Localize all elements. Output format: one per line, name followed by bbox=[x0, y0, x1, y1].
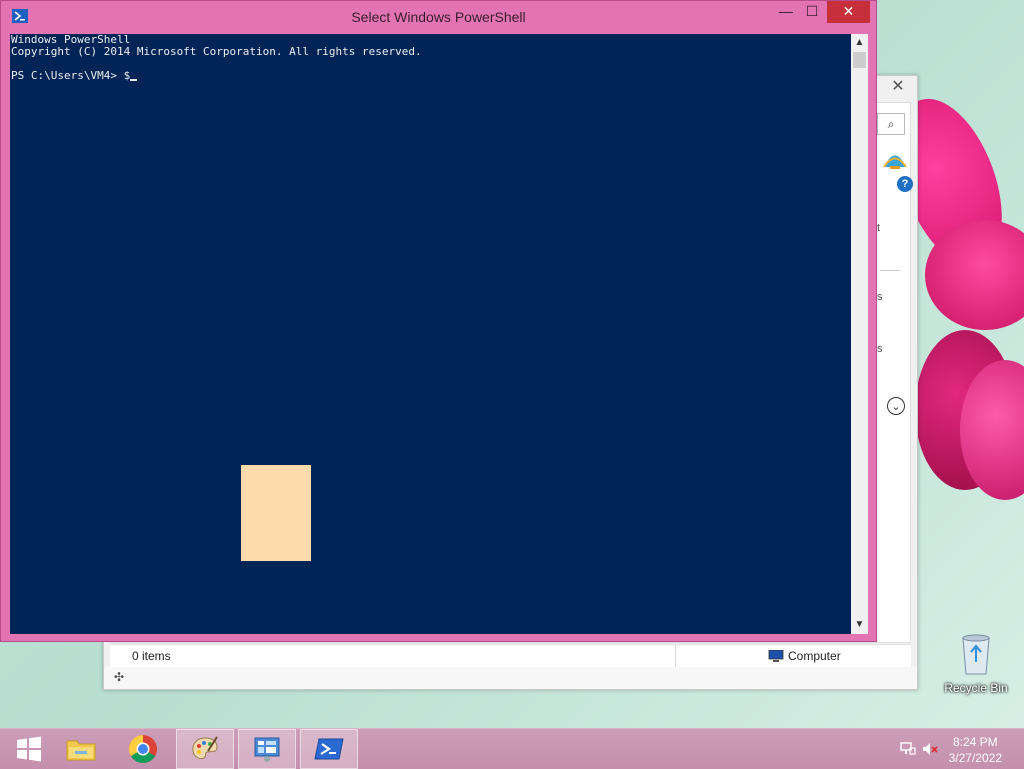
search-icon[interactable]: ⌕ bbox=[877, 113, 905, 135]
status-bar: 0 items Computer bbox=[110, 644, 911, 667]
scroll-up-arrow-icon[interactable]: ▲ bbox=[851, 36, 868, 50]
sidebar-text-fragment: s bbox=[877, 291, 883, 303]
control-panel-icon[interactable] bbox=[252, 735, 282, 763]
taskbar-powershell[interactable] bbox=[300, 729, 358, 769]
windows-logo-icon[interactable] bbox=[15, 735, 43, 763]
taskbar-chrome[interactable] bbox=[114, 729, 172, 769]
clock-date: 3/27/2022 bbox=[948, 751, 1002, 765]
volume-muted-icon[interactable] bbox=[922, 741, 938, 757]
vertical-scrollbar[interactable]: ▲ ▼ bbox=[851, 34, 868, 634]
maximize-button[interactable]: ☐ bbox=[799, 1, 825, 23]
items-count: 0 items bbox=[132, 649, 171, 663]
network-icon[interactable] bbox=[900, 741, 916, 757]
taskbar-paint[interactable] bbox=[176, 729, 234, 769]
help-icon[interactable]: ? bbox=[897, 176, 913, 192]
location-label: Computer bbox=[788, 649, 841, 663]
taskbar: 8:24 PM 3/27/2022 bbox=[0, 728, 1024, 769]
powershell-window[interactable]: Select Windows PowerShell — ☐ ✕ Windows … bbox=[0, 0, 877, 642]
floating-rectangle bbox=[241, 465, 311, 561]
console-output[interactable]: Windows PowerShell Copyright (C) 2014 Mic… bbox=[10, 34, 851, 634]
scrollbar-thumb[interactable] bbox=[853, 52, 866, 68]
recycle-bin-label: Recycle Bin bbox=[944, 681, 1008, 695]
location-status: Computer bbox=[768, 649, 841, 663]
close-button[interactable]: ✕ bbox=[827, 1, 870, 23]
paint-palette-icon[interactable] bbox=[190, 735, 220, 763]
start-button[interactable] bbox=[0, 729, 58, 769]
move-icon[interactable]: ✣ bbox=[114, 670, 124, 684]
computer-icon bbox=[768, 650, 784, 662]
window-title: Select Windows PowerShell bbox=[351, 9, 526, 25]
explorer-bottom-strip: ✣ bbox=[104, 667, 917, 689]
expand-chevron-icon[interactable]: ⌄ bbox=[887, 397, 905, 415]
system-tray: 8:24 PM 3/27/2022 bbox=[896, 729, 1024, 769]
taskbar-file-explorer[interactable] bbox=[52, 729, 110, 769]
explorer-close-button[interactable]: ✕ bbox=[883, 78, 913, 96]
recycle-bin-icon[interactable] bbox=[958, 632, 994, 676]
sidebar-text-fragment: s bbox=[877, 343, 883, 355]
taskbar-control-panel[interactable] bbox=[238, 729, 296, 769]
powershell-titlebar[interactable]: Select Windows PowerShell — ☐ ✕ bbox=[1, 1, 876, 32]
powershell-icon[interactable] bbox=[314, 736, 344, 762]
seashell-icon[interactable] bbox=[881, 148, 909, 170]
console-line: Copyright (C) 2014 Microsoft Corporation… bbox=[11, 45, 422, 58]
clock[interactable]: 8:24 PM 3/27/2022 bbox=[949, 734, 1002, 766]
minimize-button[interactable]: — bbox=[773, 1, 799, 23]
scroll-down-arrow-icon[interactable]: ▼ bbox=[851, 618, 868, 632]
folder-icon[interactable] bbox=[65, 735, 97, 763]
status-separator bbox=[675, 645, 676, 667]
clock-time: 8:24 PM bbox=[952, 735, 998, 749]
chrome-icon[interactable] bbox=[128, 734, 158, 764]
console-prompt: PS C:\Users\VM4> $ bbox=[11, 69, 131, 82]
recycle-bin[interactable]: Recycle Bin bbox=[940, 632, 1012, 700]
text-cursor bbox=[130, 79, 138, 81]
desktop: ✕ ⌕ ? t s s ⌄ 0 items Computer ✣ Select … bbox=[0, 0, 1024, 728]
console-prompt-line: PS C:\Users\VM4> $ bbox=[11, 70, 850, 82]
divider bbox=[880, 270, 900, 271]
sidebar-text-fragment: t bbox=[877, 222, 881, 234]
